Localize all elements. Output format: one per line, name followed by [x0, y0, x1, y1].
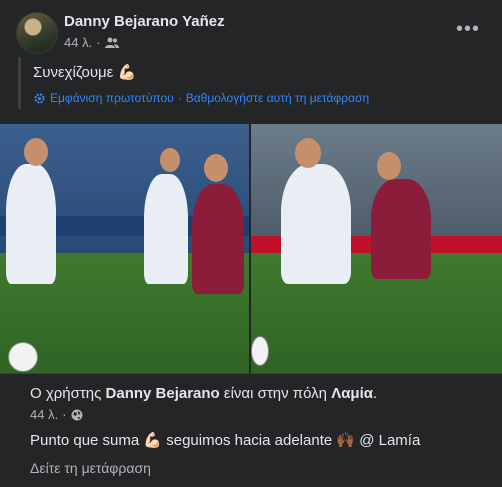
football [251, 336, 269, 366]
photo-1[interactable] [0, 124, 249, 373]
divider [0, 373, 502, 374]
checkin-line: Ο χρήστης Danny Bejarano είναι στην πόλη… [30, 385, 377, 402]
photo-2[interactable] [251, 124, 502, 373]
post-meta: 44 λ. · [64, 35, 119, 50]
see-translation-link[interactable]: Δείτε τη μετάφραση [30, 460, 151, 476]
dot-separator: · [96, 35, 101, 50]
post-card: Danny Bejarano Yañez 44 λ. · ••• Συνεχίζ… [0, 0, 502, 487]
player-head [377, 152, 401, 180]
player-white-left [6, 164, 56, 284]
translation-row: Εμφάνιση πρωτοτύπου · Βαθμολογήστε αυτή … [33, 91, 478, 105]
more-options-button[interactable]: ••• [456, 18, 480, 41]
checkin-middle: είναι στην πόλη [223, 385, 328, 402]
player-red-blue [192, 184, 244, 294]
shared-text: Συνεχίζουμε 💪🏻 [33, 64, 137, 81]
checkin-time[interactable]: 44 λ. [30, 407, 58, 422]
dot-separator: · [62, 407, 67, 422]
photo-grid [0, 124, 502, 373]
player-white [281, 164, 351, 284]
translation-separator: · [177, 91, 182, 105]
checkin-prefix: Ο χρήστης [30, 385, 102, 402]
player-head [295, 138, 321, 168]
player-head [24, 138, 48, 166]
rate-translation-link[interactable]: Βαθμολογήστε αυτή τη μετάφραση [186, 91, 369, 105]
avatar[interactable] [16, 12, 58, 54]
gear-icon [34, 92, 45, 104]
player-white-back [144, 174, 188, 284]
player-head [204, 154, 228, 182]
player-red-blue [371, 179, 431, 279]
checkin-user[interactable]: Danny Bejarano [106, 385, 220, 402]
checkin-place[interactable]: Λαμία [331, 385, 373, 402]
checkin-meta: 44 λ. · [30, 407, 83, 422]
checkin-suffix: . [373, 385, 378, 402]
post-author[interactable]: Danny Bejarano Yañez [64, 13, 225, 30]
post-time[interactable]: 44 λ. [64, 35, 92, 50]
shared-quote: Συνεχίζουμε 💪🏻 Εμφάνιση πρωτοτύπου · Βαθ… [18, 57, 478, 109]
show-original-link[interactable]: Εμφάνιση πρωτοτύπου [50, 91, 174, 105]
friends-icon [104, 37, 119, 48]
globe-icon [71, 409, 83, 420]
post-body-text: Punto que suma 💪🏻 seguimos hacia adelant… [30, 432, 421, 449]
football [8, 342, 38, 372]
player-head [160, 148, 180, 172]
